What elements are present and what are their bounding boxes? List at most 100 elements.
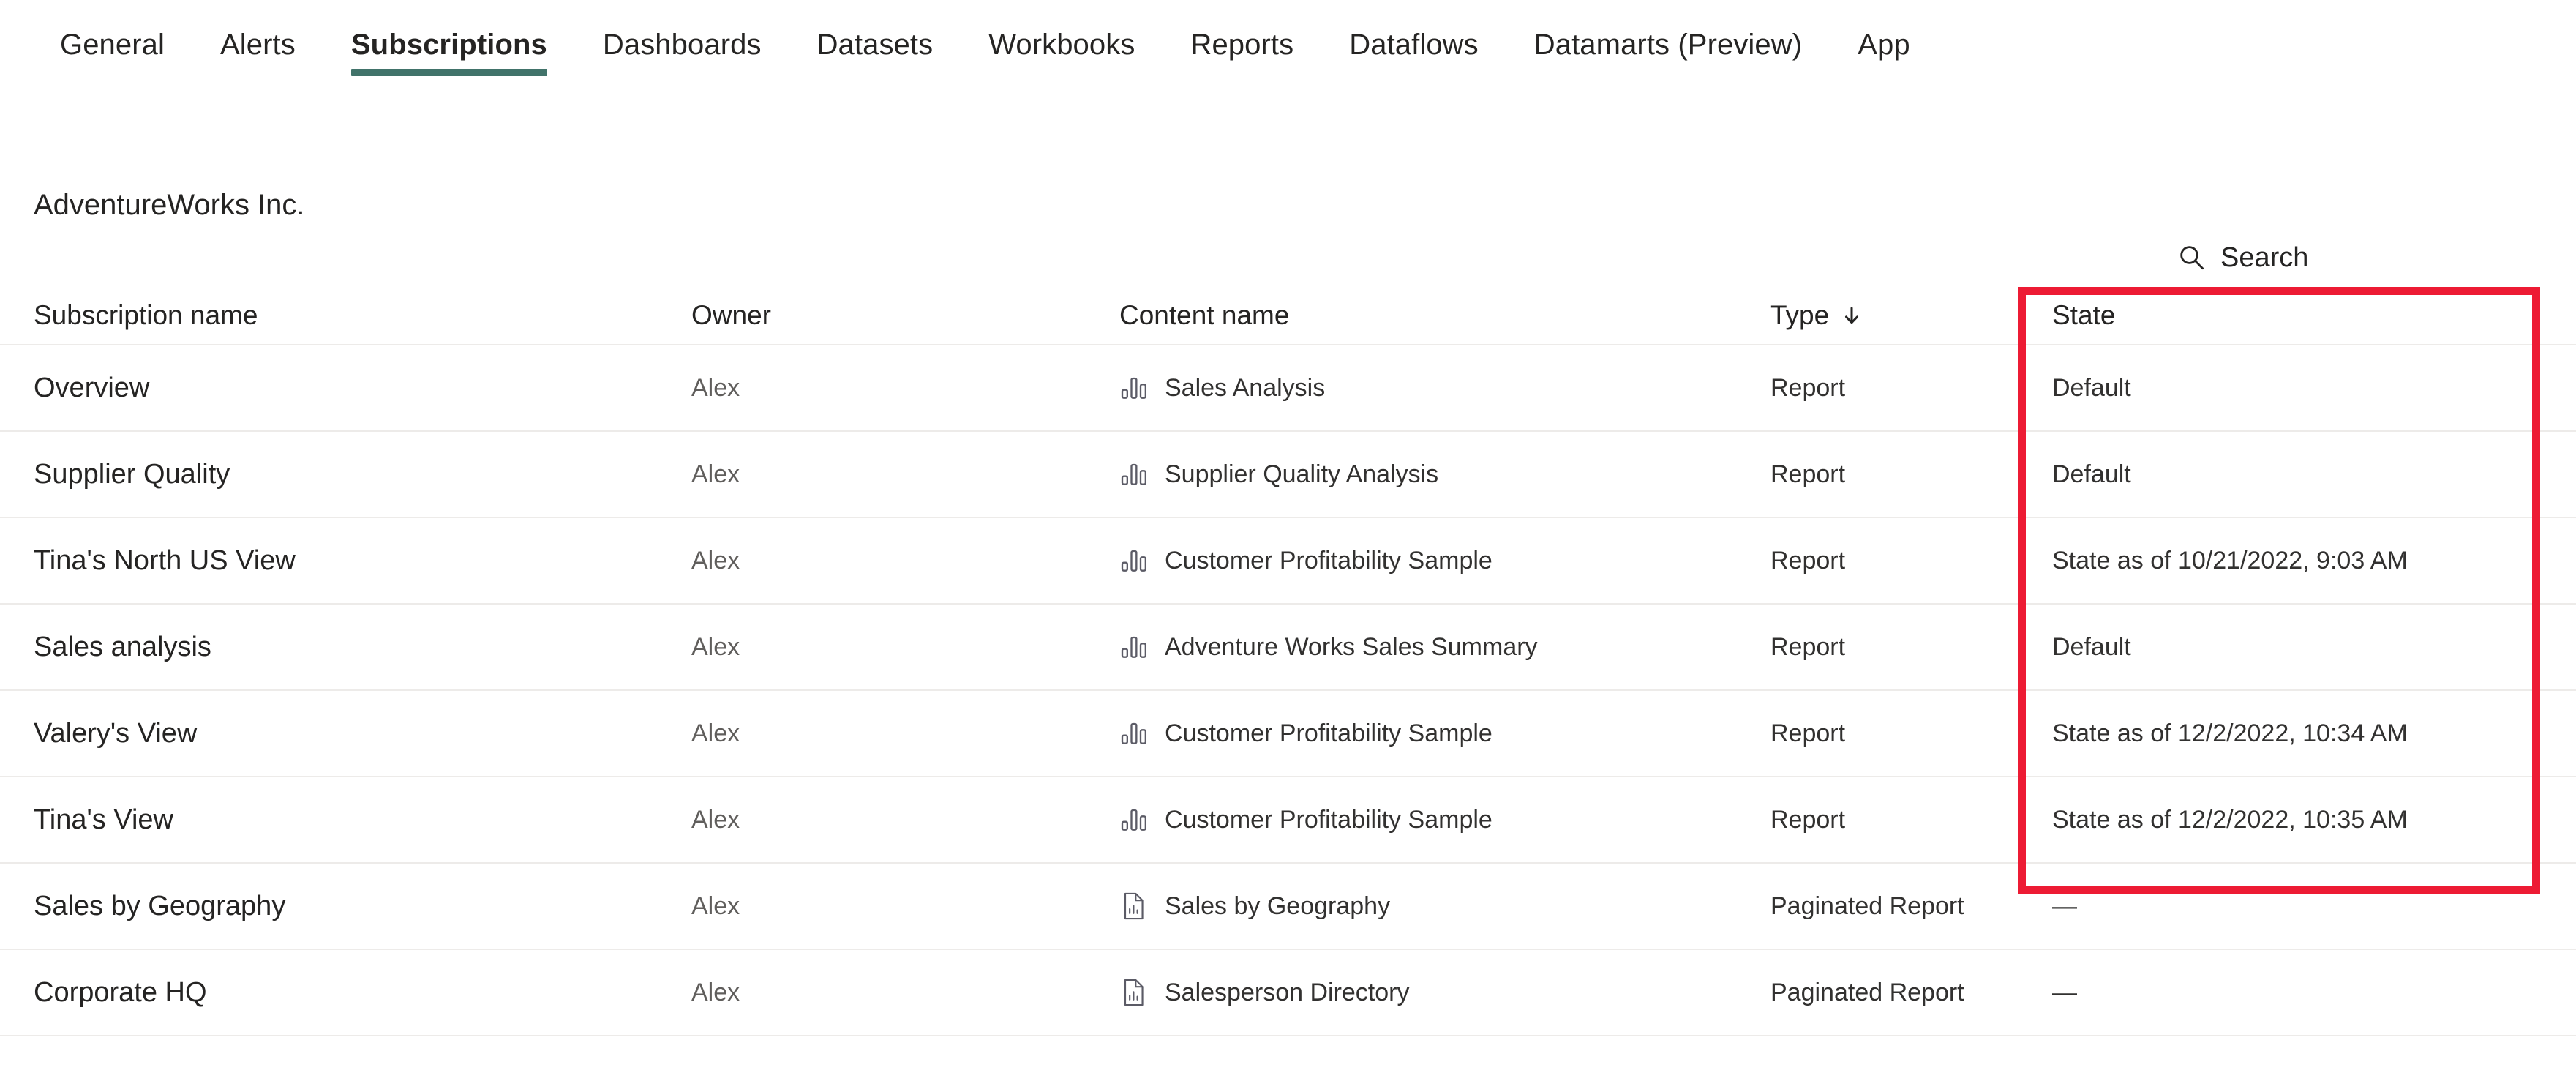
tab-label: App (1858, 28, 1910, 61)
tab-label: Workbooks (988, 28, 1135, 61)
content-name-text: Customer Profitability Sample (1165, 719, 1492, 747)
cell-type: Paginated Report (1770, 979, 2019, 1007)
cell-subscription-name: Sales analysis (34, 632, 677, 663)
owner-text: Alex (691, 719, 740, 747)
cell-subscription-name: Tina's North US View (34, 545, 677, 577)
state-text: — (2052, 978, 2077, 1006)
cell-owner: Alex (691, 460, 1101, 489)
state-text: State as of 10/21/2022, 9:03 AM (2052, 546, 2408, 575)
tab-label: Reports (1190, 28, 1294, 61)
tab-subscriptions[interactable]: Subscriptions (323, 0, 575, 89)
content-name-text: Customer Profitability Sample (1165, 805, 1492, 834)
report-bar-chart-icon (1119, 805, 1149, 834)
report-bar-chart-icon (1119, 546, 1149, 575)
tab-label: Alerts (220, 28, 296, 61)
table-row[interactable]: Tina's View Alex Customer Profitability Sa… (0, 777, 2576, 864)
cell-state: Default (2052, 374, 2550, 403)
type-text: Report (1770, 546, 1846, 575)
cell-subscription-name: Valery's View (34, 718, 677, 749)
tab-general[interactable]: General (32, 0, 192, 89)
tab-alerts[interactable]: Alerts (192, 0, 323, 89)
type-text: Report (1770, 460, 1846, 488)
cell-content-name[interactable]: Customer Profitability Sample (1119, 546, 1749, 575)
table-row[interactable]: Sales analysis Alex Adventure Works Sales … (0, 605, 2576, 691)
content-name-text: Salesperson Directory (1165, 978, 1410, 1006)
cell-owner: Alex (691, 374, 1101, 403)
tab-dataflows[interactable]: Dataflows (1321, 0, 1506, 89)
cell-owner: Alex (691, 633, 1101, 662)
cell-type: Report (1770, 806, 2019, 834)
cell-content-name[interactable]: Customer Profitability Sample (1119, 805, 1749, 834)
tab-label: General (60, 28, 165, 61)
search-icon[interactable] (2177, 242, 2207, 273)
report-bar-chart-icon (1119, 719, 1149, 748)
table-row[interactable]: Supplier Quality Alex Supplier Quality Ana… (0, 432, 2576, 518)
state-text: Default (2052, 632, 2131, 661)
owner-text: Alex (691, 373, 740, 402)
cell-state: — (2052, 979, 2550, 1007)
owner-text: Alex (691, 978, 740, 1006)
cell-owner: Alex (691, 806, 1101, 834)
state-text: Default (2052, 373, 2131, 402)
state-text: Default (2052, 460, 2131, 488)
column-header-label: Type (1770, 300, 1830, 330)
report-bar-chart-icon (1119, 373, 1149, 403)
search-input[interactable]: Search (2220, 242, 2308, 274)
cell-subscription-name: Tina's View (34, 804, 677, 836)
type-text: Paginated Report (1770, 891, 1964, 920)
column-header-label: Subscription name (34, 300, 258, 330)
tab-workbooks[interactable]: Workbooks (961, 0, 1163, 89)
type-text: Report (1770, 373, 1846, 402)
cell-owner: Alex (691, 547, 1101, 575)
tab-label: Datamarts (Preview) (1533, 28, 1803, 61)
table-row[interactable]: Tina's North US View Alex Customer Profita… (0, 518, 2576, 605)
cell-type: Report (1770, 460, 2019, 489)
tab-datasets[interactable]: Datasets (789, 0, 961, 89)
search-box[interactable]: Search (2177, 238, 2308, 277)
table-header-row: Subscription name Owner Content name Type St… (0, 287, 2576, 345)
cell-subscription-name: Corporate HQ (34, 977, 677, 1009)
active-tab-underline (350, 69, 547, 76)
tab-reports[interactable]: Reports (1163, 0, 1321, 89)
cell-content-name[interactable]: Sales by Geography (1119, 891, 1749, 921)
paginated-report-page-icon (1119, 978, 1149, 1007)
cell-content-name[interactable]: Sales Analysis (1119, 373, 1749, 403)
tab-app[interactable]: App (1830, 0, 1937, 89)
column-header-owner[interactable]: Owner (691, 300, 1101, 331)
subscription-name-text: Sales analysis (34, 631, 211, 662)
column-header-state[interactable]: State (2052, 300, 2550, 331)
cell-subscription-name: Overview (34, 373, 677, 404)
cell-content-name[interactable]: Salesperson Directory (1119, 978, 1749, 1007)
cell-state: State as of 12/2/2022, 10:34 AM (2052, 719, 2550, 748)
table-row[interactable]: Valery's View Alex Customer Profitability … (0, 691, 2576, 777)
cell-content-name[interactable]: Supplier Quality Analysis (1119, 460, 1749, 489)
cell-subscription-name: Sales by Geography (34, 891, 677, 922)
tab-datamarts-preview[interactable]: Datamarts (Preview) (1506, 0, 1830, 89)
table-row[interactable]: Corporate HQ Alex Salesperson Directory Pag… (0, 950, 2576, 1036)
tab-dashboards[interactable]: Dashboards (575, 0, 789, 89)
column-header-type[interactable]: Type (1770, 300, 2019, 331)
state-text: — (2052, 891, 2077, 920)
subscription-name-text: Overview (34, 372, 150, 403)
cell-content-name[interactable]: Adventure Works Sales Summary (1119, 632, 1749, 662)
content-name-text: Customer Profitability Sample (1165, 546, 1492, 575)
column-header-subscription-name[interactable]: Subscription name (34, 300, 677, 331)
cell-state: State as of 12/2/2022, 10:35 AM (2052, 806, 2550, 834)
subscription-name-text: Valery's View (34, 717, 198, 749)
table-row[interactable]: Overview Alex Sales Analysis Report Default (0, 345, 2576, 432)
cell-content-name[interactable]: Customer Profitability Sample (1119, 719, 1749, 748)
content-name-text: Adventure Works Sales Summary (1165, 632, 1538, 661)
subscriptions-table: Subscription name Owner Content name Type St… (0, 287, 2576, 1036)
subscription-name-text: Supplier Quality (34, 458, 230, 490)
cell-owner: Alex (691, 979, 1101, 1007)
table-row[interactable]: Sales by Geography Alex Sales by Geography… (0, 864, 2576, 950)
cell-type: Report (1770, 547, 2019, 575)
type-text: Report (1770, 632, 1846, 661)
cell-state: State as of 10/21/2022, 9:03 AM (2052, 547, 2550, 575)
content-name-text: Sales by Geography (1165, 891, 1391, 920)
owner-text: Alex (691, 460, 740, 488)
subscription-name-text: Corporate HQ (34, 976, 207, 1008)
column-header-content-name[interactable]: Content name (1119, 300, 1749, 331)
page-title: AdventureWorks Inc. (34, 189, 305, 221)
cell-owner: Alex (691, 719, 1101, 748)
